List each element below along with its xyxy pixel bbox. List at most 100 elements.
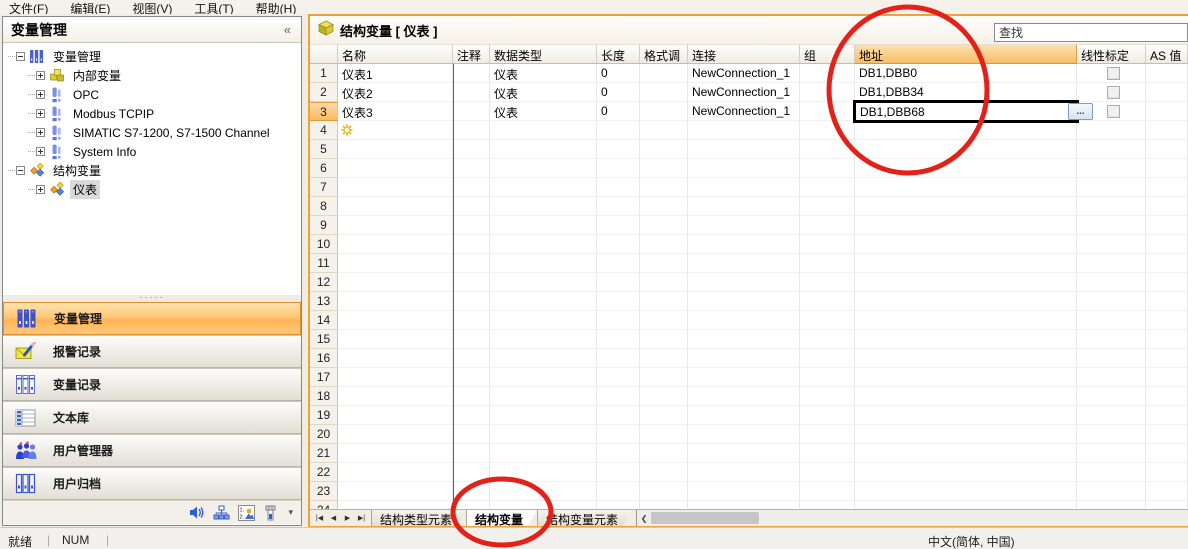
cell-address-row-10[interactable]: [855, 235, 1077, 254]
row-number[interactable]: 13: [310, 292, 338, 311]
column-header-数据类型[interactable]: 数据类型: [490, 44, 597, 64]
cell-address-row-8[interactable]: [855, 197, 1077, 216]
cell-comment-row-12[interactable]: [453, 273, 490, 292]
cell-linear-row-14[interactable]: [1077, 311, 1146, 330]
cell-length-row-11[interactable]: [597, 254, 640, 273]
cell-linear-row-6[interactable]: [1077, 159, 1146, 178]
row-number[interactable]: 18: [310, 387, 338, 406]
cell-comment-row-8[interactable]: [453, 197, 490, 216]
topology-icon[interactable]: [213, 504, 230, 521]
cell-group-row-12[interactable]: [800, 273, 855, 292]
cell-connection-row-23[interactable]: [688, 482, 800, 501]
row-number[interactable]: 7: [310, 178, 338, 197]
cell-linear-row-8[interactable]: [1077, 197, 1146, 216]
column-header-长度[interactable]: 长度: [597, 44, 640, 64]
menu-item[interactable]: 编辑(E): [61, 0, 123, 14]
cell-format-row-14[interactable]: [640, 311, 688, 330]
cell-group-row-22[interactable]: [800, 463, 855, 482]
cell-asvalue-row-12[interactable]: [1146, 273, 1188, 292]
sheet-tab-结构变量[interactable]: 结构变量: [466, 510, 537, 526]
cell-length-row-4[interactable]: [597, 121, 640, 140]
cell-comment-row-21[interactable]: [453, 444, 490, 463]
row-number[interactable]: 12: [310, 273, 338, 292]
expand-icon[interactable]: [36, 109, 45, 118]
table-corner-cell[interactable]: [310, 44, 338, 64]
cell-linear-row-9[interactable]: [1077, 216, 1146, 235]
cell-connection-row-19[interactable]: [688, 406, 800, 425]
cell-asvalue-row-4[interactable]: [1146, 121, 1188, 140]
cell-linear-row-2[interactable]: [1077, 83, 1146, 102]
collapse-icon[interactable]: [16, 52, 25, 61]
cell-linear-row-17[interactable]: [1077, 368, 1146, 387]
cell-group-row-9[interactable]: [800, 216, 855, 235]
nav-button-用户管理器[interactable]: 用户管理器: [3, 434, 301, 467]
horizontal-scrollbar[interactable]: ❮: [637, 510, 1188, 526]
cell-format-row-4[interactable]: [640, 121, 688, 140]
menu-item[interactable]: 视图(V): [123, 0, 185, 14]
cell-group-row-16[interactable]: [800, 349, 855, 368]
cell-comment-row-16[interactable]: [453, 349, 490, 368]
linear-scaling-checkbox[interactable]: [1107, 67, 1120, 80]
cell-name-row-22[interactable]: [338, 463, 453, 482]
cell-comment-row-1[interactable]: [453, 64, 490, 83]
cell-format-row-21[interactable]: [640, 444, 688, 463]
cell-datatype-row-5[interactable]: [490, 140, 597, 159]
cell-length-row-1[interactable]: 0: [597, 64, 640, 83]
cell-asvalue-row-15[interactable]: [1146, 330, 1188, 349]
row-number[interactable]: 22: [310, 463, 338, 482]
row-number[interactable]: 17: [310, 368, 338, 387]
cell-linear-row-16[interactable]: [1077, 349, 1146, 368]
cell-group-row-10[interactable]: [800, 235, 855, 254]
row-number[interactable]: 3: [310, 102, 338, 121]
cell-asvalue-row-21[interactable]: [1146, 444, 1188, 463]
cell-address-row-9[interactable]: [855, 216, 1077, 235]
linear-scaling-checkbox[interactable]: [1107, 86, 1120, 99]
cell-group-row-7[interactable]: [800, 178, 855, 197]
cell-name-row-16[interactable]: [338, 349, 453, 368]
expand-icon[interactable]: [36, 185, 45, 194]
cell-connection-row-17[interactable]: [688, 368, 800, 387]
row-number[interactable]: 2: [310, 83, 338, 102]
row-number[interactable]: 6: [310, 159, 338, 178]
tree-item-内部变量[interactable]: 内部变量: [3, 66, 301, 85]
row-number[interactable]: 8: [310, 197, 338, 216]
prev-sheet-button[interactable]: ◀: [328, 514, 339, 522]
cell-asvalue-row-17[interactable]: [1146, 368, 1188, 387]
cell-address-row-2[interactable]: DB1,DBB34: [855, 83, 1077, 102]
row-number[interactable]: 23: [310, 482, 338, 501]
cell-length-row-12[interactable]: [597, 273, 640, 292]
cell-address-row-22[interactable]: [855, 463, 1077, 482]
cell-length-row-2[interactable]: 0: [597, 83, 640, 102]
cell-name-row-1[interactable]: 仪表1: [338, 64, 453, 83]
cell-length-row-13[interactable]: [597, 292, 640, 311]
cell-datatype-row-4[interactable]: [490, 121, 597, 140]
cell-group-row-14[interactable]: [800, 311, 855, 330]
cell-comment-row-3[interactable]: [453, 102, 490, 121]
cell-comment-row-19[interactable]: [453, 406, 490, 425]
cell-format-row-13[interactable]: [640, 292, 688, 311]
cell-format-row-16[interactable]: [640, 349, 688, 368]
cell-asvalue-row-18[interactable]: [1146, 387, 1188, 406]
cell-format-row-5[interactable]: [640, 140, 688, 159]
cell-group-row-6[interactable]: [800, 159, 855, 178]
cell-format-row-12[interactable]: [640, 273, 688, 292]
cell-address-row-17[interactable]: [855, 368, 1077, 387]
cell-comment-row-4[interactable]: [453, 121, 490, 140]
cell-datatype-row-19[interactable]: [490, 406, 597, 425]
cell-address-row-19[interactable]: [855, 406, 1077, 425]
cell-group-row-11[interactable]: [800, 254, 855, 273]
cell-name-row-7[interactable]: [338, 178, 453, 197]
cell-comment-row-2[interactable]: [453, 83, 490, 102]
cell-group-row-2[interactable]: [800, 83, 855, 102]
cell-name-row-14[interactable]: [338, 311, 453, 330]
cell-connection-row-18[interactable]: [688, 387, 800, 406]
cell-datatype-row-11[interactable]: [490, 254, 597, 273]
cell-address-row-14[interactable]: [855, 311, 1077, 330]
report-icon[interactable]: [263, 504, 280, 521]
cell-group-row-21[interactable]: [800, 444, 855, 463]
cell-linear-row-12[interactable]: [1077, 273, 1146, 292]
cell-name-row-2[interactable]: 仪表2: [338, 83, 453, 102]
cell-address-row-12[interactable]: [855, 273, 1077, 292]
cell-linear-row-4[interactable]: [1077, 121, 1146, 140]
cell-linear-row-15[interactable]: [1077, 330, 1146, 349]
